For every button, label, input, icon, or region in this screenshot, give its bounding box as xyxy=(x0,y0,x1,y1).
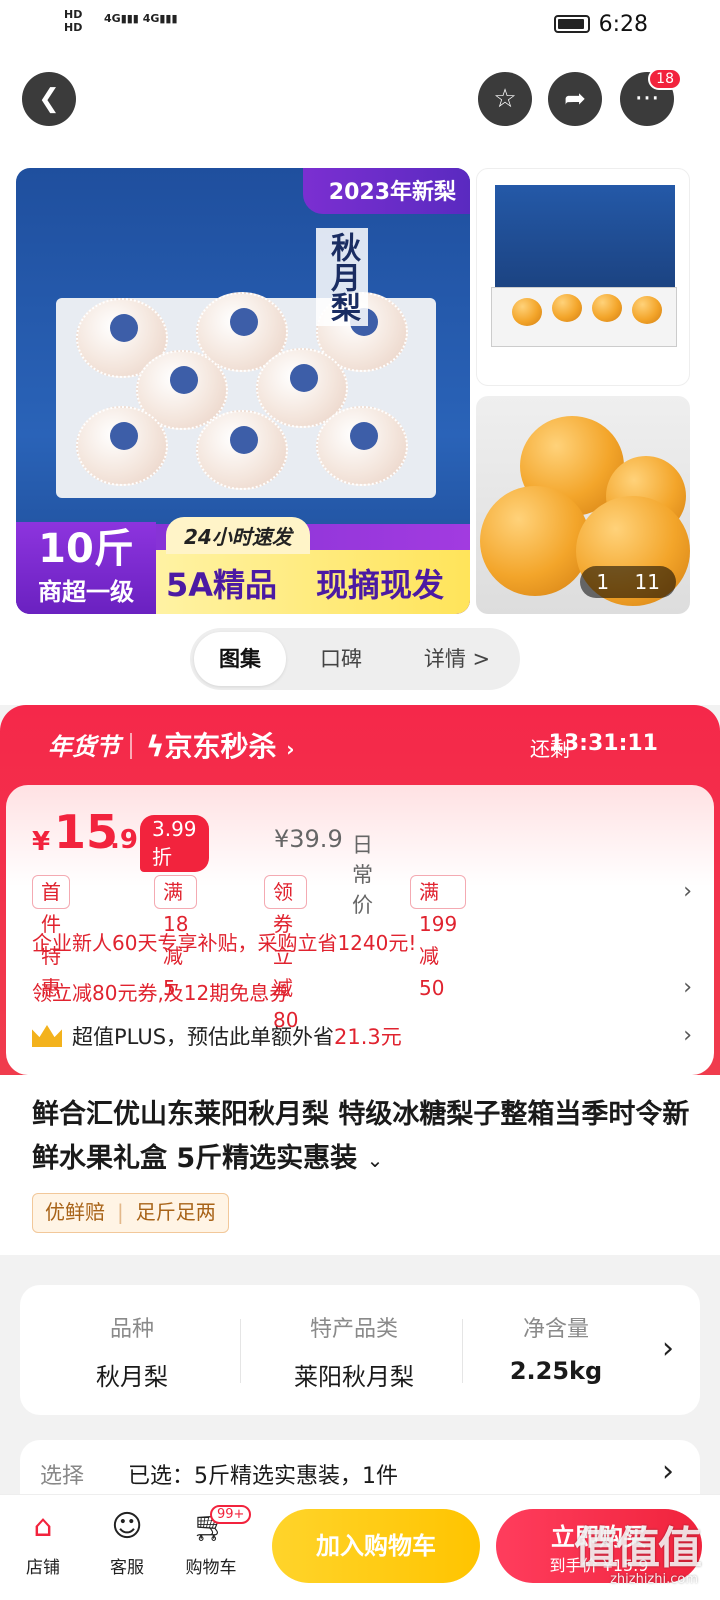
divider xyxy=(130,733,132,759)
price-integer: 15 xyxy=(54,805,119,859)
tab-details[interactable]: 详情 > xyxy=(402,632,512,686)
plus-savings[interactable]: 超值PLUS，预估此单额外省21.3元 xyxy=(32,1021,402,1051)
fresh-label: 现摘现发 xyxy=(316,566,445,604)
enterprise-subsidy[interactable]: 企业新人60天专享补贴，采购立省1240元! xyxy=(32,927,416,956)
back-button[interactable]: ❮ xyxy=(22,72,76,126)
seckill-promo: 年货节 ϟ京东秒杀 › 还剩 13:31:11 ¥ 15 .9 3.99折 ¥3… xyxy=(0,705,720,1075)
spec-item: 品种 秋月梨 xyxy=(96,1317,168,1391)
selection-label: 选择 xyxy=(40,1464,85,1489)
product-info: 鲜合汇优山东莱阳秋月梨 特级冰糖梨子整箱当季时令新鲜水果礼盒 5斤精选实惠装 ⌄… xyxy=(0,1075,720,1255)
share-button[interactable]: ➦ xyxy=(548,72,602,126)
tab-gallery[interactable]: 图集 xyxy=(194,632,286,686)
coupon-offer-line[interactable]: 领立减80元券,及12期免息券 xyxy=(32,977,289,1006)
box-tray xyxy=(56,292,436,498)
cart-count-badge: 99+ xyxy=(210,1505,252,1524)
star-icon: ☆ xyxy=(493,84,517,114)
favorite-button[interactable]: ☆ xyxy=(478,72,532,126)
festival-label: 年货节 xyxy=(48,733,120,761)
spec-item: 净含量 2.25kg xyxy=(509,1317,603,1385)
box-brand-text: 秋月梨 xyxy=(316,228,368,326)
thumbnail-image-box[interactable] xyxy=(476,168,690,386)
product-title[interactable]: 鲜合汇优山东莱阳秋月梨 特级冰糖梨子整箱当季时令新鲜水果礼盒 5斤精选实惠装 ⌄ xyxy=(32,1093,692,1182)
service-tags[interactable]: 优鲜赔 | 足斤足两 xyxy=(32,1193,229,1233)
chevron-right-icon: › xyxy=(662,1454,674,1489)
chevron-left-icon: ❮ xyxy=(38,84,60,114)
currency-symbol: ¥ xyxy=(32,827,51,857)
selection-value: 已选：5斤精选实惠装，1件 xyxy=(128,1464,398,1489)
service-label: 客服 xyxy=(110,1558,144,1578)
original-price: ¥39.9 xyxy=(274,825,343,853)
network-indicator: HD HD xyxy=(64,8,83,34)
chat-icon: ☺ xyxy=(111,1509,143,1544)
countdown-timer: 13:31:11 xyxy=(548,731,658,756)
coupon-tag[interactable]: 满18减5 xyxy=(154,875,198,1000)
new-season-ribbon: 2023年新梨 xyxy=(302,168,470,214)
discount-badge: 3.99折 xyxy=(140,815,209,872)
ship-tag: 24小时速发 xyxy=(166,517,310,554)
seckill-label[interactable]: ϟ京东秒杀 › xyxy=(146,725,295,765)
status-bar: HD HD 4G▮▮▮ 4G▮▮▮ 6:28 xyxy=(0,0,720,50)
more-button[interactable]: ··· 18 xyxy=(620,68,682,126)
thumbnail-image-pears[interactable]: 1 11 xyxy=(476,396,690,614)
weight-badge: 10斤 商超一级 xyxy=(16,522,156,614)
shop-label: 店铺 xyxy=(26,1558,60,1578)
notification-badge: 18 xyxy=(648,68,682,90)
promo-header: 年货节 ϟ京东秒杀 › 还剩 13:31:11 xyxy=(0,705,720,785)
customer-service-button[interactable]: ☺ 客服 xyxy=(92,1507,162,1578)
original-price-label: 日常价 xyxy=(352,833,373,917)
service-tag: 优鲜赔 xyxy=(45,1200,105,1224)
chevron-down-icon: ⌄ xyxy=(366,1148,384,1172)
chevron-right-icon[interactable]: › xyxy=(683,1023,692,1048)
shop-button[interactable]: ⌂ 店铺 xyxy=(8,1507,78,1578)
price-decimal: .9 xyxy=(110,825,138,855)
watermark-url: zhizhizhi.com xyxy=(610,1572,698,1587)
crown-icon xyxy=(32,1025,62,1047)
lightning-icon: ϟ xyxy=(146,730,165,763)
battery-icon xyxy=(554,15,590,33)
coupon-tag[interactable]: 满199减50 xyxy=(410,875,467,1000)
price-card: ¥ 15 .9 3.99折 ¥39.9 日常价 首件特惠 满18减5 领券立减8… xyxy=(6,785,714,1075)
image-counter: 1 11 xyxy=(580,566,676,598)
signal-strength: 4G▮▮▮ 4G▮▮▮ xyxy=(104,12,178,25)
tab-reviews[interactable]: 口碑 xyxy=(294,632,388,686)
chevron-right-icon[interactable]: › xyxy=(683,879,692,904)
gallery-tabs: 图集 口碑 详情 > xyxy=(190,628,520,690)
shop-icon: ⌂ xyxy=(33,1509,53,1544)
spec-card[interactable]: 品种 秋月梨 特产品类 莱阳秋月梨 净含量 2.25kg › xyxy=(20,1285,700,1415)
watermark-logo: 值值值 xyxy=(574,1523,702,1574)
top-nav: ❮ ☆ ➦ ··· 18 xyxy=(0,50,720,160)
product-gallery: 秋月梨 2023年新梨 24小时速发 5A精品 现摘现发 10斤 商超一级 1 … xyxy=(0,160,720,705)
main-product-image[interactable]: 秋月梨 2023年新梨 24小时速发 5A精品 现摘现发 10斤 商超一级 xyxy=(16,168,470,614)
share-icon: ➦ xyxy=(564,84,586,114)
chevron-right-icon: › xyxy=(286,737,295,761)
chevron-right-icon[interactable]: › xyxy=(662,1331,674,1366)
coupon-tag[interactable]: 首件特惠 xyxy=(32,875,70,1000)
add-to-cart-button[interactable]: 加入购物车 xyxy=(272,1509,480,1583)
chevron-right-icon[interactable]: › xyxy=(683,975,692,1000)
coupon-tag[interactable]: 领券立减80 xyxy=(264,875,308,1032)
service-tag: 足斤足两 xyxy=(135,1200,216,1224)
clock: 6:28 xyxy=(598,12,648,37)
quality-label: 5A精品 xyxy=(166,566,278,604)
spec-item: 特产品类 莱阳秋月梨 xyxy=(294,1317,414,1391)
cart-label: 购物车 xyxy=(185,1558,237,1578)
cart-button[interactable]: 🛒︎ 99+ 购物车 xyxy=(176,1505,252,1578)
